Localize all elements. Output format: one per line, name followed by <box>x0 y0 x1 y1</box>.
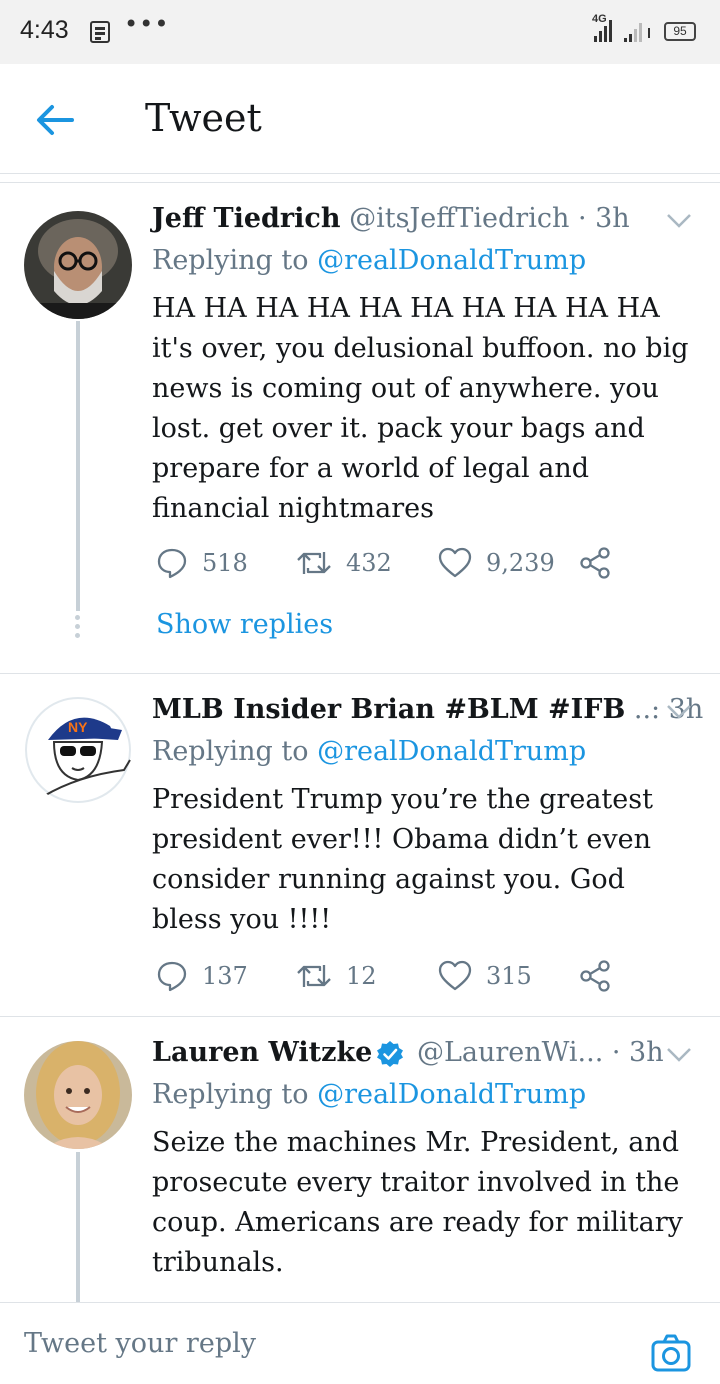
handle: @LaurenWi... <box>416 1037 604 1068</box>
tweet-time: · 3h <box>611 1037 664 1068</box>
signal-strength-icon <box>594 20 650 42</box>
reply-input[interactable] <box>24 1323 624 1363</box>
show-replies-link[interactable]: Show replies <box>156 609 333 640</box>
reply-icon <box>157 548 187 579</box>
like-button[interactable]: 9,239 <box>438 545 555 581</box>
display-name[interactable]: MLB Insider Brian #BLM #IFB <box>152 694 625 725</box>
replying-to: Replying to @realDonaldTrump <box>152 245 586 276</box>
retweet-count: 432 <box>346 549 392 577</box>
retweet-button[interactable]: 432 <box>296 545 392 581</box>
handle: @itsJeffTiedrich <box>349 203 570 234</box>
verified-badge-icon <box>377 1040 404 1067</box>
tweet-lauren-witzke[interactable]: Lauren Witzke @LaurenWi... · 3h Replying… <box>0 1017 720 1302</box>
like-count: 9,239 <box>486 549 555 577</box>
tweet-time: · 3h <box>577 203 630 234</box>
camera-button[interactable] <box>650 1333 692 1375</box>
share-icon <box>580 960 610 992</box>
display-name[interactable]: Lauren Witzke <box>152 1037 372 1068</box>
tweet-text: Seize the machines Mr. President, and pr… <box>152 1127 683 1278</box>
status-time: 4:43 <box>20 16 69 44</box>
heart-icon <box>438 547 472 578</box>
battery-icon: 95 <box>664 22 696 41</box>
reply-button[interactable]: 137 <box>156 958 248 994</box>
like-button[interactable]: 315 <box>438 958 532 994</box>
avatar[interactable] <box>24 211 132 319</box>
tweet-header: MLB Insider Brian #BLM #IFB ..: 3h <box>152 694 703 725</box>
reply-count: 518 <box>202 549 248 577</box>
replying-to-handle[interactable]: @realDonaldTrump <box>317 736 586 767</box>
replying-to: Replying to @realDonaldTrump <box>152 736 586 767</box>
tweet-header: Lauren Witzke @LaurenWi... · 3h <box>152 1037 664 1068</box>
thread-line <box>76 321 80 611</box>
tweet-mlb-insider-brian[interactable]: NY MLB Insider Brian #BLM #IFB ..: 3h Re… <box>0 674 720 1016</box>
avatar[interactable] <box>24 1041 132 1149</box>
app-header: Tweet <box>0 64 720 174</box>
chevron-down-icon[interactable] <box>666 704 692 720</box>
like-count: 315 <box>486 962 532 990</box>
back-button[interactable] <box>32 100 80 140</box>
retweet-count: 12 <box>346 962 377 990</box>
notification-document-icon <box>90 21 110 43</box>
chevron-down-icon[interactable] <box>666 213 692 229</box>
replying-to-label: Replying to <box>152 736 309 767</box>
replying-to-handle[interactable]: @realDonaldTrump <box>317 245 586 276</box>
tweet-text: President Trump you’re the greatest pres… <box>152 784 653 935</box>
thread-line <box>76 1152 80 1302</box>
reply-button[interactable]: 518 <box>156 545 248 581</box>
thread-dots <box>75 615 81 642</box>
share-button[interactable] <box>578 958 626 994</box>
reply-bar <box>0 1302 720 1384</box>
tweet-jeff-tiedrich[interactable]: Jeff Tiedrich @itsJeffTiedrich · 3h Repl… <box>0 183 720 673</box>
reply-icon <box>157 961 187 992</box>
arrow-left-icon <box>37 105 74 135</box>
share-button[interactable] <box>578 545 626 581</box>
retweet-icon <box>297 965 331 987</box>
tweet-actions: 518 432 9,239 <box>152 545 622 581</box>
replying-to-label: Replying to <box>152 1079 309 1110</box>
tweet-actions: 137 12 315 <box>152 958 622 994</box>
replying-to-handle[interactable]: @realDonaldTrump <box>317 1079 586 1110</box>
share-icon <box>580 547 610 579</box>
replying-to: Replying to @realDonaldTrump <box>152 1079 586 1110</box>
chevron-down-icon[interactable] <box>666 1047 692 1063</box>
status-bar: 4:43 ••• 4G 95 <box>0 0 720 64</box>
tweet-text: HA HA HA HA HA HA HA HA HA HA it's over,… <box>152 293 689 524</box>
display-name[interactable]: Jeff Tiedrich <box>152 203 340 234</box>
heart-icon <box>438 960 472 991</box>
retweet-button[interactable]: 12 <box>296 958 377 994</box>
avatar[interactable]: NY <box>24 696 132 804</box>
reply-count: 137 <box>202 962 248 990</box>
camera-icon <box>651 1334 691 1372</box>
retweet-icon <box>297 552 331 574</box>
page-title: Tweet <box>145 96 262 140</box>
svg-text:NY: NY <box>68 719 88 735</box>
tweet-header: Jeff Tiedrich @itsJeffTiedrich · 3h <box>152 203 630 234</box>
replying-to-label: Replying to <box>152 245 309 276</box>
more-notifications-icon: ••• <box>124 10 170 38</box>
